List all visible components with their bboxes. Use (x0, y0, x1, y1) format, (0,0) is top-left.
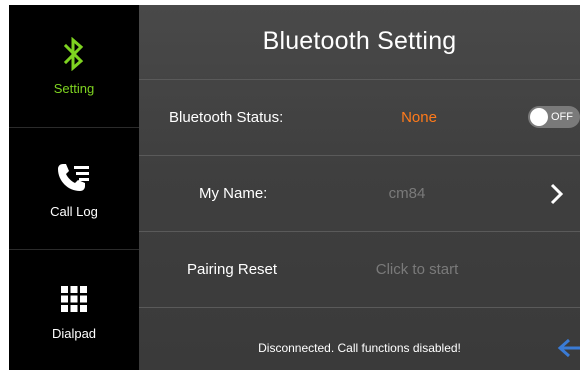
my-name-label: My Name: (199, 185, 268, 202)
bluetooth-toggle[interactable]: OFF (528, 106, 580, 128)
connection-status-message: Disconnected. Call functions disabled! (139, 307, 580, 370)
sidebar-item-setting[interactable]: Setting (9, 5, 139, 127)
chevron-right-icon[interactable] (547, 182, 567, 206)
pairing-reset-label: Pairing Reset (187, 261, 278, 278)
sidebar-item-label: Setting (53, 81, 95, 96)
my-name-value: cm84 (388, 185, 426, 202)
my-name-row[interactable]: My Name: cm84 (139, 155, 580, 231)
call-log-icon (54, 158, 94, 196)
bluetooth-status-value: None (401, 109, 437, 126)
sidebar-item-call-log[interactable]: Call Log (9, 127, 139, 249)
page-title: Bluetooth Setting (262, 27, 457, 55)
toggle-knob (530, 108, 548, 126)
sidebar-item-label: Dialpad (51, 325, 97, 341)
sidebar: Setting Call Log Dialpad (9, 5, 139, 370)
bluetooth-icon (54, 35, 94, 73)
bluetooth-status-label: Bluetooth Status: (169, 109, 284, 126)
sidebar-item-label: Call Log (50, 203, 98, 219)
toggle-state-text: OFF (551, 111, 573, 123)
bluetooth-status-row: Bluetooth Status: None OFF (139, 79, 580, 155)
back-arrow-icon[interactable] (555, 337, 581, 359)
sidebar-item-dialpad[interactable]: Dialpad (9, 249, 139, 370)
bluetooth-settings-screen: Setting Call Log Dialpad Bluetooth Setti… (9, 5, 580, 370)
pairing-reset-row[interactable]: Pairing Reset Click to start (139, 231, 580, 307)
settings-panel: Bluetooth Setting Bluetooth Status: None… (139, 5, 580, 370)
dialpad-icon (54, 280, 94, 318)
pairing-reset-value[interactable]: Click to start (357, 232, 477, 307)
